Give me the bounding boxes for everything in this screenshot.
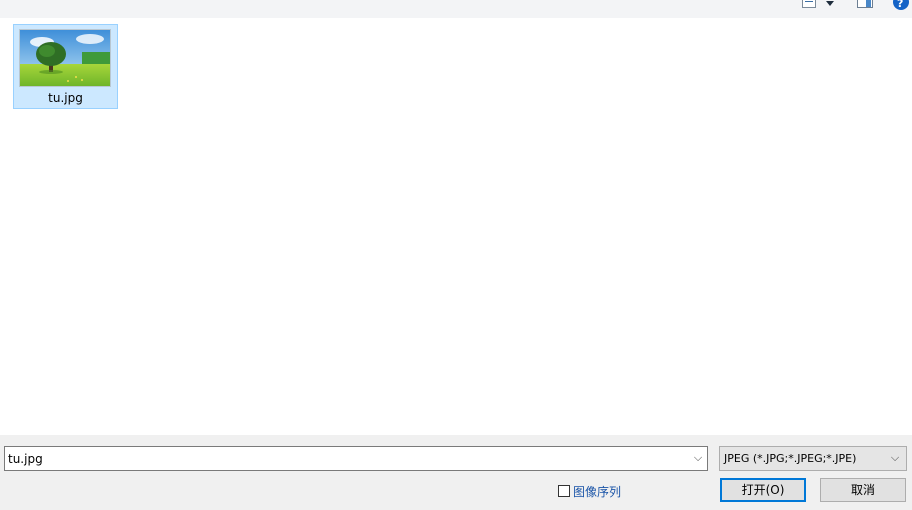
- file-type-value: JPEG (*.JPG;*.JPEG;*.JPE): [724, 452, 857, 465]
- help-icon: [893, 0, 909, 10]
- help-button[interactable]: [892, 0, 910, 10]
- tree-landscape-thumbnail: [20, 30, 110, 86]
- chevron-down-icon: [826, 1, 834, 6]
- open-button[interactable]: 打开(O): [720, 478, 806, 502]
- file-item[interactable]: tu.jpg: [13, 24, 118, 109]
- open-file-dialog: tu.jpg ⌵ JPEG (*.JPG;*.JPEG;*.JPE) ⌵ 图像序…: [0, 0, 912, 510]
- file-name-label: tu.jpg: [48, 91, 83, 105]
- file-list: tu.jpg: [0, 18, 912, 435]
- cancel-button[interactable]: 取消: [820, 478, 906, 502]
- view-mode-button[interactable]: [802, 0, 838, 10]
- toolbar: [0, 0, 912, 18]
- file-type-select[interactable]: JPEG (*.JPG;*.JPEG;*.JPE) ⌵: [719, 446, 907, 471]
- image-sequence-checkbox[interactable]: [558, 485, 570, 497]
- preview-pane-button[interactable]: [856, 0, 874, 10]
- view-mode-icon: [802, 0, 816, 8]
- image-sequence-label[interactable]: 图像序列: [573, 483, 621, 500]
- file-name-combobox[interactable]: ⌵: [4, 446, 708, 471]
- image-thumbnail: [19, 29, 111, 87]
- chevron-down-icon[interactable]: ⌵: [691, 452, 705, 464]
- bottom-panel: ⌵ JPEG (*.JPG;*.JPEG;*.JPE) ⌵ 图像序列 打开(O)…: [0, 435, 912, 510]
- preview-pane-icon: [857, 0, 873, 8]
- chevron-down-icon: ⌵: [890, 451, 900, 464]
- file-name-input[interactable]: [5, 447, 689, 470]
